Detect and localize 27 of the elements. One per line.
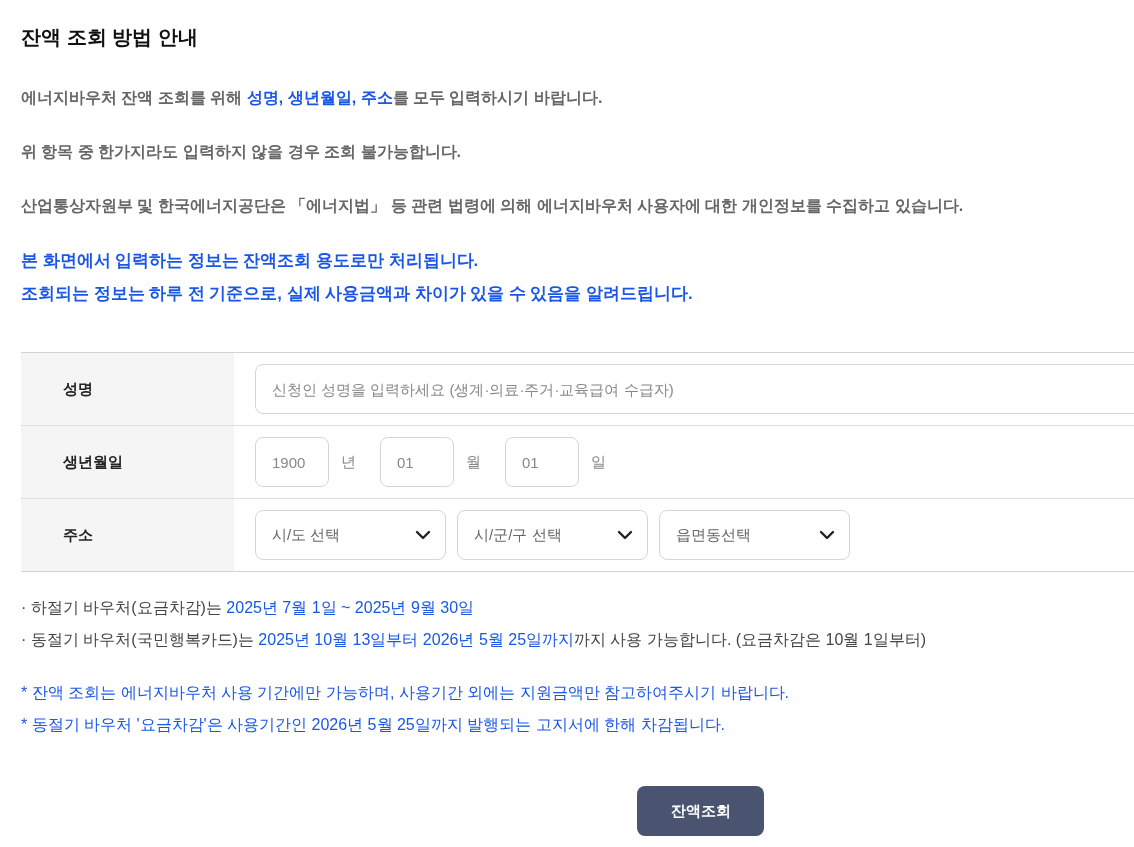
- address-dropdown[interactable]: 시/군/구 선택: [457, 510, 648, 560]
- date-unit: 일: [591, 451, 606, 472]
- intro-text: 에너지바우처 잔액 조회를 위해 성명, 생년월일, 주소를 모두 입력하시기 바랍니다.: [21, 88, 604, 108]
- date-input-field[interactable]: 01: [380, 437, 454, 487]
- date-unit: 년: [341, 451, 356, 472]
- chevron-down-icon: [617, 530, 633, 540]
- period-text: · 하절기 바우처(요금차감)는 2025년 7월 1일 ~ 2025년 9월 30일: [21, 598, 476, 618]
- chevron-down-icon: [819, 530, 835, 540]
- note-text: * 잔액 조회는 에너지바우처 사용 기간에만 가능하며, 사용기간 외에는 지원금액만 참고하여주시기 바랍니다.: [21, 683, 790, 703]
- intro-text: 산업통상자원부 및 한국에너지공단은 「에너지법」 등 관련 법령에 의해 에너지바우처 사용자에 대한 개인정보를 수집하고 있습니다.: [21, 196, 965, 216]
- intro-text: 위 항목 중 한가지라도 입력하지 않을 경우 조회 불가능합니다.: [21, 142, 462, 162]
- date-input-field[interactable]: 01: [505, 437, 579, 487]
- address-dropdown[interactable]: 시/도 선택: [255, 510, 446, 560]
- page-title: 잔액 조회 방법 안내: [21, 25, 199, 50]
- form-label: 생년월일: [21, 426, 234, 498]
- notice-text: 조회되는 정보는 하루 전 기준으로, 실제 사용금액과 차이가 있을 수 있음을 알려드립니다.: [21, 283, 694, 304]
- balance-inquiry-button[interactable]: 잔액조회: [637, 786, 764, 836]
- form-label: 주소: [21, 499, 234, 571]
- name-input-field[interactable]: 신청인 성명을 입력하세요 (생계·의료·주거·교육급여 수급자): [255, 364, 1134, 414]
- address-dropdown[interactable]: 읍면동선택: [659, 510, 850, 560]
- note-text: * 동절기 바우처 '요금차감'은 사용기간인 2026년 5월 25일까지 발행되는 고지서에 한해 차감됩니다.: [21, 715, 726, 735]
- form-label: 성명: [21, 353, 234, 425]
- date-unit: 월: [466, 451, 481, 472]
- period-text: · 동절기 바우처(국민행복카드)는 2025년 10월 13일부터 2026년 5월 25일까지까지 사용 가능합니다. (요금차감은 10월 1일부터): [21, 630, 928, 650]
- date-input-field[interactable]: 1900: [255, 437, 329, 487]
- notice-text: 본 화면에서 입력하는 정보는 잔액조회 용도로만 처리됩니다.: [21, 250, 480, 271]
- chevron-down-icon: [415, 530, 431, 540]
